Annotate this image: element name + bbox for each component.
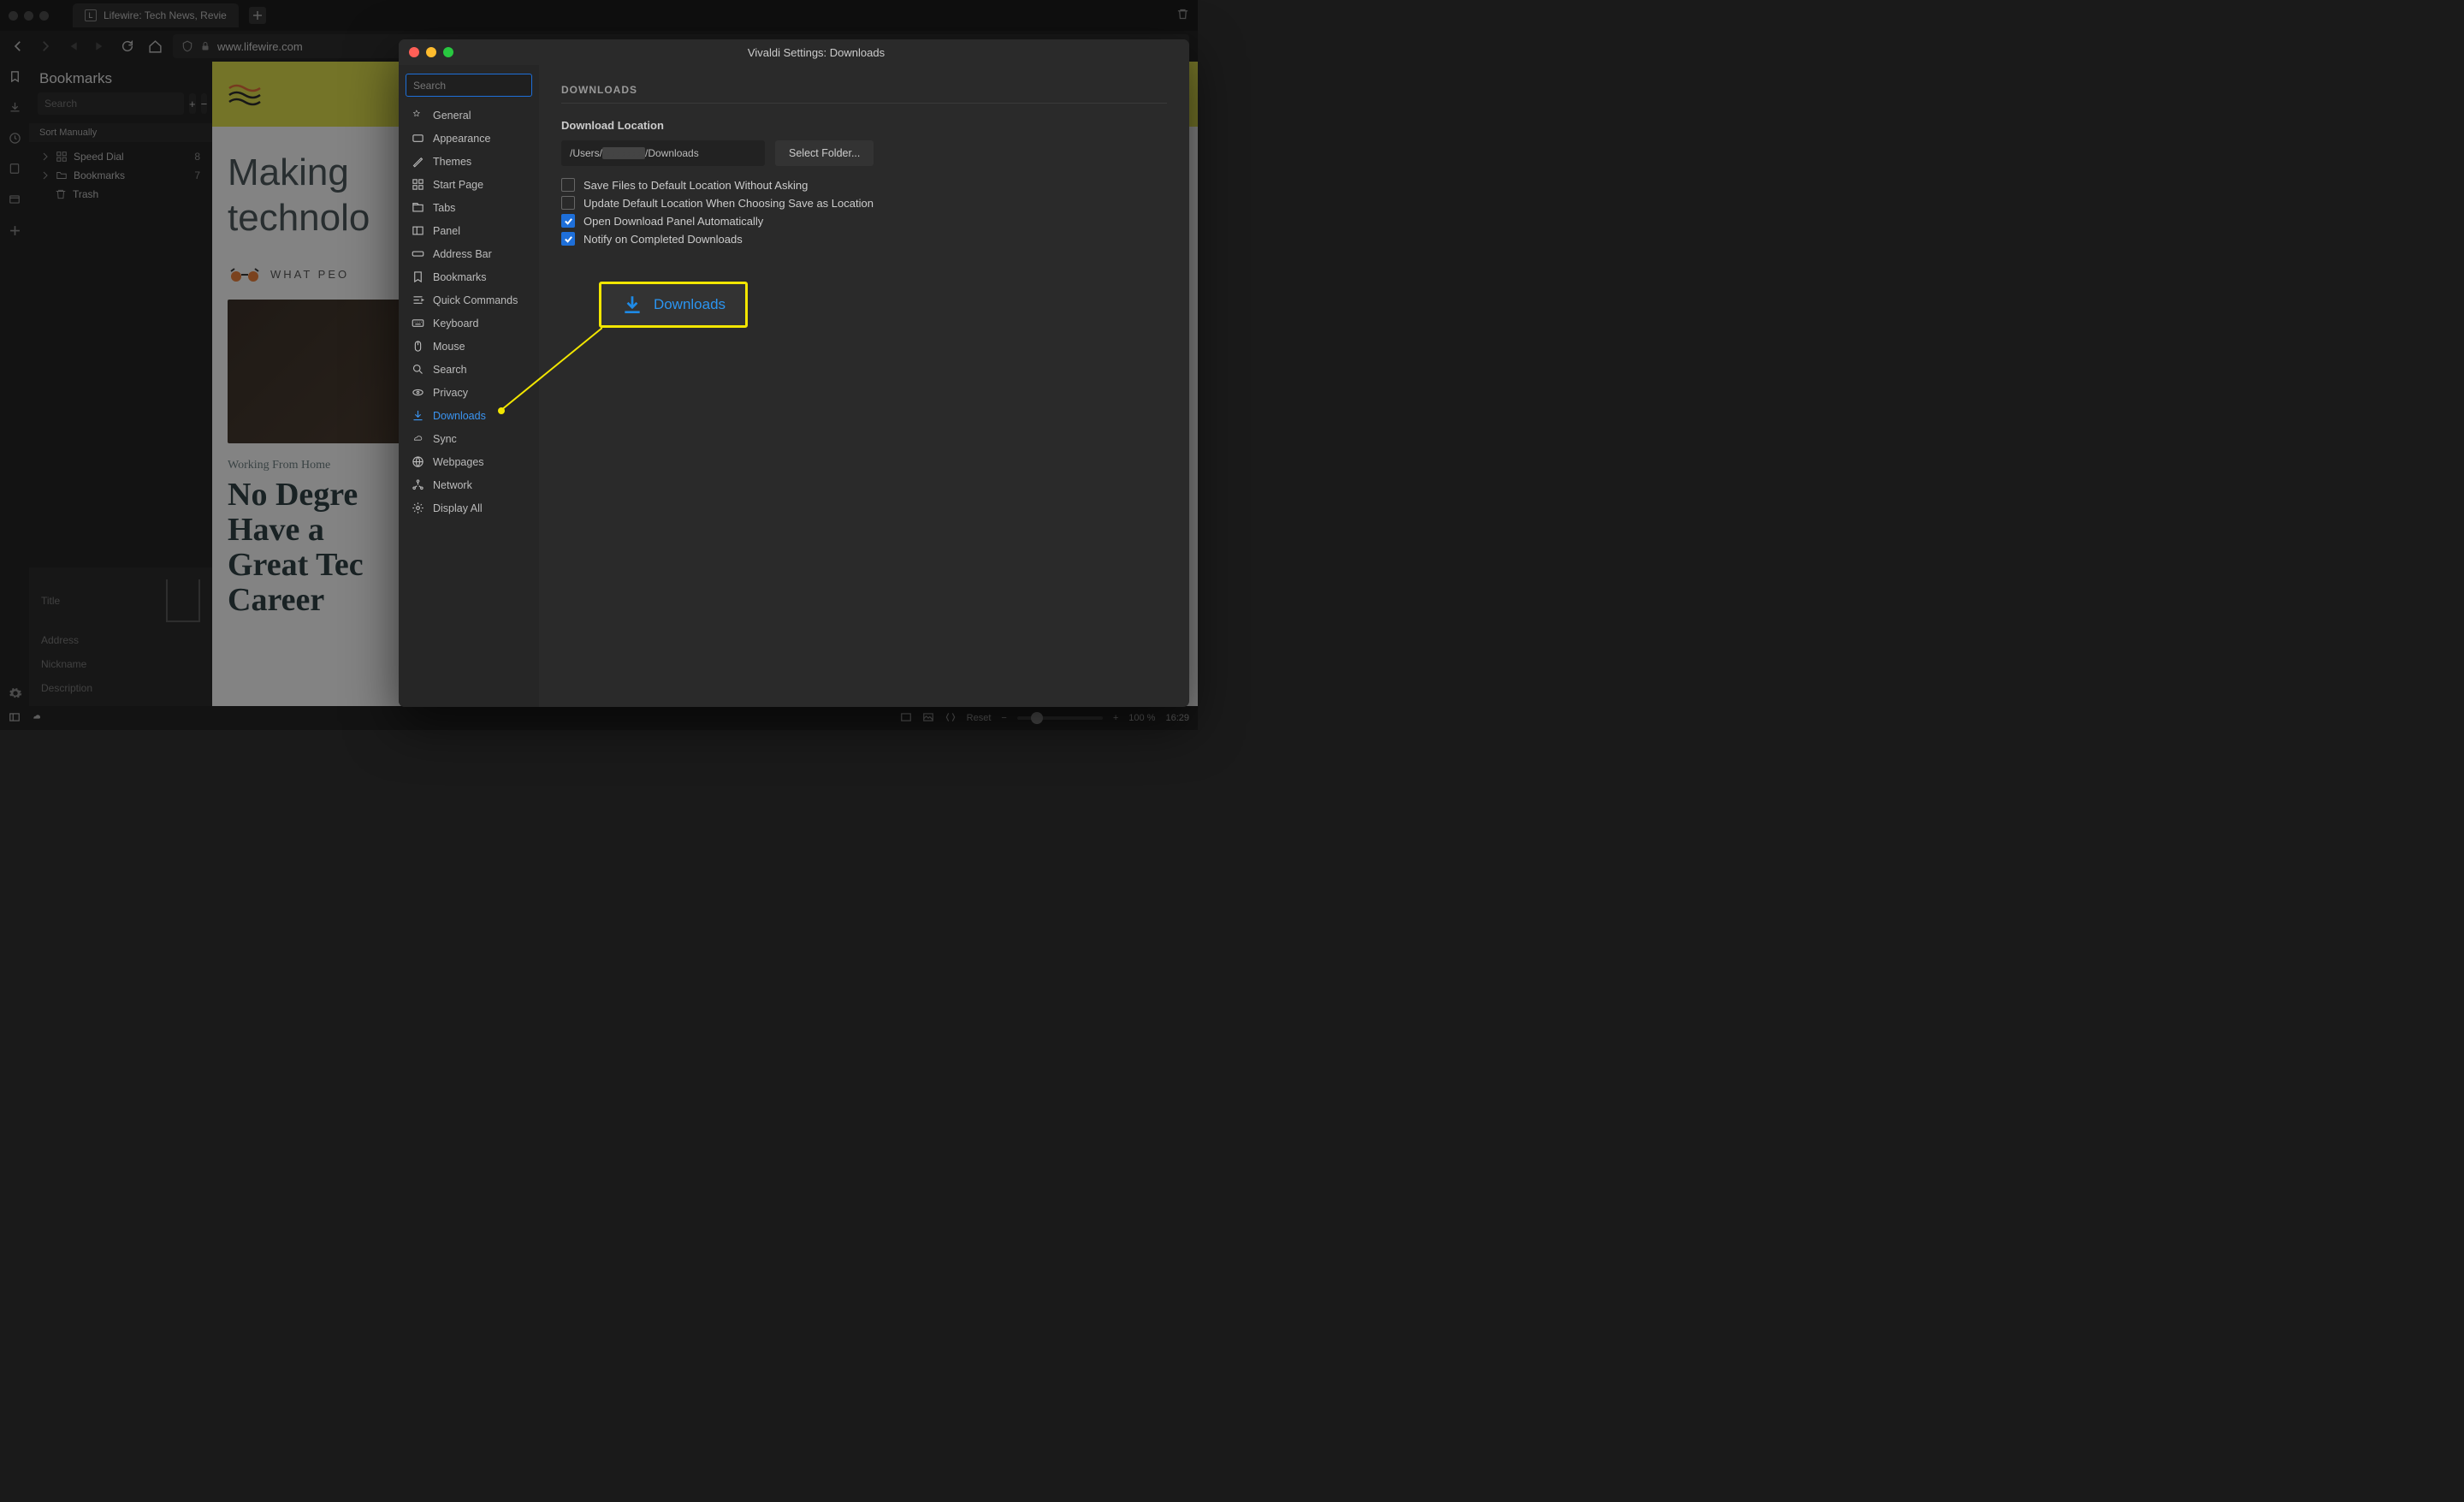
nav-label: Search: [433, 364, 467, 376]
checkbox-row-3[interactable]: Notify on Completed Downloads: [561, 232, 1167, 246]
settings-nav-appearance[interactable]: Appearance: [406, 127, 532, 150]
nav-label: Mouse: [433, 341, 465, 353]
address-bar-icon: [411, 247, 424, 261]
checkbox[interactable]: [561, 214, 575, 228]
settings-nav-privacy[interactable]: Privacy: [406, 381, 532, 404]
checkbox[interactable]: [561, 196, 575, 210]
zoom-icon[interactable]: [443, 47, 453, 57]
settings-content: DOWNLOADS Download Location /Users/xxxxx…: [539, 65, 1189, 707]
nav-label: Themes: [433, 156, 471, 168]
settings-nav-quick-commands[interactable]: Quick Commands: [406, 288, 532, 312]
download-location-label: Download Location: [561, 119, 1167, 132]
nav-label: Quick Commands: [433, 294, 518, 306]
settings-nav-tabs[interactable]: Tabs: [406, 196, 532, 219]
settings-nav-search[interactable]: Search: [406, 358, 532, 381]
network-icon: [411, 478, 424, 492]
downloads-icon: [411, 409, 424, 423]
settings-sidebar: General Appearance Themes Start Page Tabs Pan…: [399, 65, 539, 707]
start-page-icon: [411, 178, 424, 192]
checkbox-row-0[interactable]: Save Files to Default Location Without A…: [561, 178, 1167, 192]
webpages-icon: [411, 455, 424, 469]
search-icon: [411, 363, 424, 377]
nav-label: Display All: [433, 502, 483, 514]
bookmarks-icon: [411, 270, 424, 284]
keyboard-icon: [411, 317, 424, 330]
close-icon[interactable]: [409, 47, 419, 57]
settings-nav-themes[interactable]: Themes: [406, 150, 532, 173]
settings-nav-start-page[interactable]: Start Page: [406, 173, 532, 196]
nav-label: Sync: [433, 433, 457, 445]
checkbox[interactable]: [561, 178, 575, 192]
settings-nav-downloads[interactable]: Downloads: [406, 404, 532, 427]
quick-commands-icon: [411, 294, 424, 307]
settings-nav-display-all[interactable]: Display All: [406, 496, 532, 519]
checkbox-label: Open Download Panel Automatically: [583, 215, 763, 228]
checkbox-label: Notify on Completed Downloads: [583, 233, 743, 246]
settings-nav-mouse[interactable]: Mouse: [406, 335, 532, 358]
section-title: DOWNLOADS: [561, 84, 1167, 96]
general-icon: [411, 109, 424, 122]
nav-label: Appearance: [433, 133, 490, 145]
nav-label: Start Page: [433, 179, 483, 191]
settings-nav-general[interactable]: General: [406, 104, 532, 127]
download-icon: [621, 294, 643, 316]
minimize-icon[interactable]: [426, 47, 436, 57]
tabs-icon: [411, 201, 424, 215]
nav-label: Address Bar: [433, 248, 492, 260]
nav-label: Downloads: [433, 410, 486, 422]
settings-nav-webpages[interactable]: Webpages: [406, 450, 532, 473]
annotation-dot: [498, 407, 505, 414]
annotation-callout-downloads: Downloads: [599, 282, 748, 328]
settings-window-title: Vivaldi Settings: Downloads: [453, 46, 1179, 59]
display-all-icon: [411, 502, 424, 515]
settings-nav-panel[interactable]: Panel: [406, 219, 532, 242]
nav-label: General: [433, 110, 471, 122]
redacted-username: xxxxxxx: [602, 147, 645, 159]
nav-label: Webpages: [433, 456, 484, 468]
panel-icon: [411, 224, 424, 238]
settings-nav-network[interactable]: Network: [406, 473, 532, 496]
download-location-path[interactable]: /Users/xxxxxxx/Downloads: [561, 140, 765, 166]
privacy-icon: [411, 386, 424, 400]
sync-icon: [411, 432, 424, 446]
checkbox-row-2[interactable]: Open Download Panel Automatically: [561, 214, 1167, 228]
nav-label: Tabs: [433, 202, 455, 214]
settings-window: Vivaldi Settings: Downloads General Appea…: [399, 39, 1189, 707]
settings-nav-keyboard[interactable]: Keyboard: [406, 312, 532, 335]
nav-label: Keyboard: [433, 318, 479, 329]
settings-titlebar: Vivaldi Settings: Downloads: [399, 39, 1189, 65]
checkbox-row-1[interactable]: Update Default Location When Choosing Sa…: [561, 196, 1167, 210]
settings-nav-sync[interactable]: Sync: [406, 427, 532, 450]
themes-icon: [411, 155, 424, 169]
select-folder-button[interactable]: Select Folder...: [775, 140, 874, 166]
mouse-icon: [411, 340, 424, 353]
settings-nav-address-bar[interactable]: Address Bar: [406, 242, 532, 265]
checkbox-label: Save Files to Default Location Without A…: [583, 179, 808, 192]
appearance-icon: [411, 132, 424, 145]
nav-label: Network: [433, 479, 472, 491]
nav-label: Panel: [433, 225, 460, 237]
nav-label: Privacy: [433, 387, 468, 399]
settings-search-input[interactable]: [406, 74, 532, 97]
settings-nav-bookmarks[interactable]: Bookmarks: [406, 265, 532, 288]
callout-label: Downloads: [654, 296, 726, 313]
checkbox[interactable]: [561, 232, 575, 246]
nav-label: Bookmarks: [433, 271, 487, 283]
checkbox-label: Update Default Location When Choosing Sa…: [583, 197, 874, 210]
